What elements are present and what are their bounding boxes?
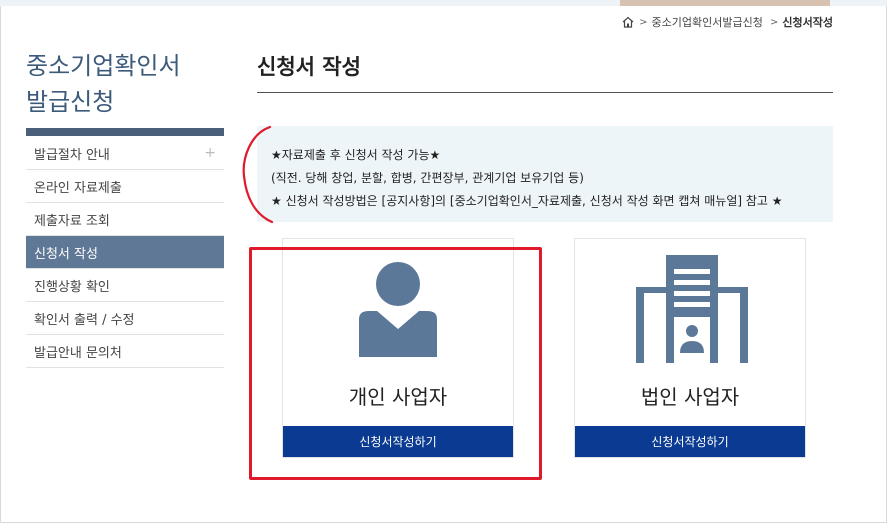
sidebar-item-process-guide[interactable]: 발급절차 안내 + [26,137,224,170]
sidebar-item-label: 신청서 작성 [34,246,98,262]
notice-line: ★ 신청서 작성방법은 [공지사항]의 [중소기업확인서_자료제출, 신청서 작… [271,194,783,208]
sidebar-item-progress-check[interactable]: 진행상황 확인 [26,269,224,302]
plus-icon[interactable]: + [204,145,216,161]
sidebar-item-label: 확인서 출력 / 수정 [34,312,135,328]
chevron-right-icon: > [766,16,779,28]
breadcrumb-item[interactable]: 중소기업확인서발급신청 [652,14,763,30]
building-icon [636,255,748,363]
red-highlight-box [249,247,542,480]
sidebar-item-label: 제출자료 조회 [34,213,110,229]
banner-decoration [620,0,830,6]
sidebar-item-application-write[interactable]: 신청서 작성 [26,236,224,269]
breadcrumb-current: 신청서작성 [782,16,833,29]
notice-line: ★자료제출 후 신청서 작성 가능★ [271,148,441,162]
card-label: 법인 사업자 [640,385,740,409]
home-icon[interactable] [621,15,635,29]
sidebar-item-online-submit[interactable]: 온라인 자료제출 [26,170,224,203]
sidebar-title-line2: 발급신청 [26,88,115,116]
sidebar-item-label: 발급절차 안내 [34,147,110,163]
corporate-apply-button[interactable]: 신청서작성하기 [575,426,805,457]
sidebar-item-label: 발급안내 문의처 [34,345,122,361]
sidebar-title-line1: 중소기업확인서 [26,52,181,80]
chevron-right-icon: > [639,16,648,28]
page-title: 신청서 작성 [257,55,361,79]
sidebar-item-label: 온라인 자료제출 [34,180,122,196]
sidebar-title: 중소기업확인서 발급신청 [26,48,226,120]
breadcrumb: > 중소기업확인서발급신청 > 신청서작성 [621,14,833,30]
sidebar-item-label: 진행상황 확인 [34,279,110,295]
notice-line: (직전. 당해 창업, 분할, 합병, 간편장부, 관계기업 보유기업 등) [271,171,584,185]
sidebar-header-bar [26,128,224,136]
sidebar-menu: 발급절차 안내 + 온라인 자료제출 제출자료 조회 신청서 작성 진행상황 확… [26,137,224,368]
notice-box: ★자료제출 후 신청서 작성 가능★ (직전. 당해 창업, 분할, 합병, 간… [257,126,833,222]
corporate-business-card[interactable]: 법인 사업자 신청서작성하기 [574,238,806,458]
red-annotation-arc [242,125,274,224]
sidebar-item-certificate-print[interactable]: 확인서 출력 / 수정 [26,302,224,335]
sidebar-item-submitted-lookup[interactable]: 제출자료 조회 [26,203,224,236]
title-divider [257,92,833,93]
sidebar-item-contact[interactable]: 발급안내 문의처 [26,335,224,368]
